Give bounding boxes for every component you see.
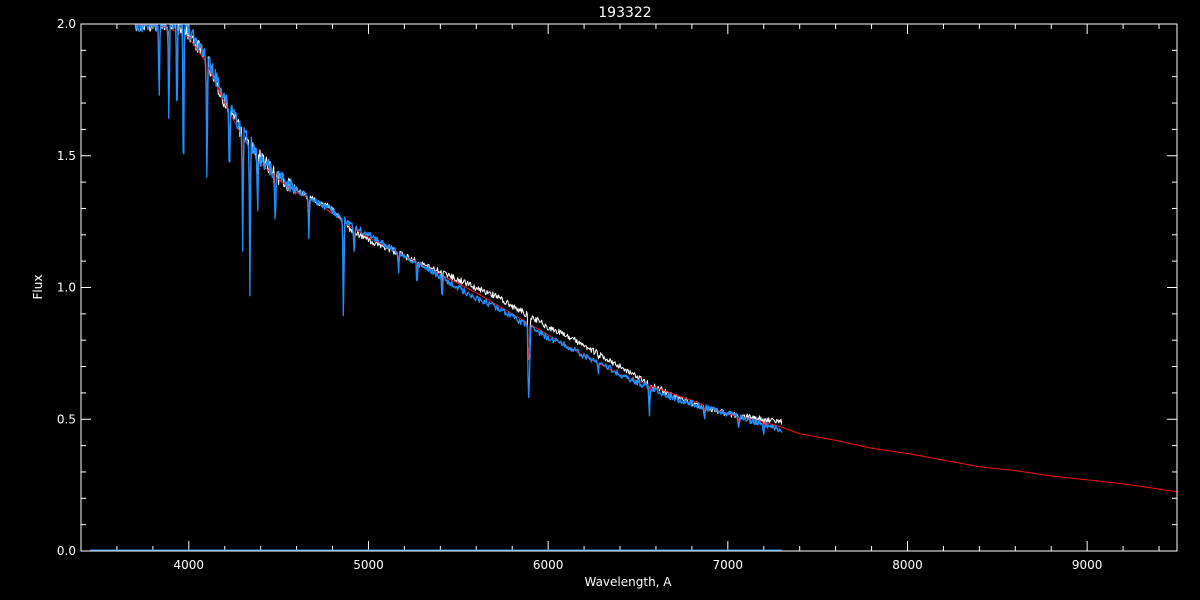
x-tick-label: 6000 — [533, 558, 564, 572]
x-tick-label: 7000 — [713, 558, 744, 572]
y-tick-label: 1.5 — [57, 149, 76, 163]
y-tick-label: 0.0 — [57, 544, 76, 558]
y-tick-label: 1.0 — [57, 281, 76, 295]
x-tick-label: 4000 — [174, 558, 205, 572]
x-tick-label: 9000 — [1072, 558, 1103, 572]
spectrum-chart: 193322 Wavelength, A Flux 4000 5000 6000 70… — [0, 0, 1200, 600]
chart-title: 193322 — [598, 5, 651, 21]
x-axis-label: Wavelength, A — [584, 575, 672, 589]
y-tick-label: 0.5 — [57, 412, 76, 426]
chart-background — [0, 0, 1200, 600]
y-tick-label: 2.0 — [57, 17, 76, 31]
x-tick-label: 5000 — [353, 558, 384, 572]
x-tick-label: 8000 — [892, 558, 923, 572]
y-axis-label: Flux — [31, 275, 45, 300]
